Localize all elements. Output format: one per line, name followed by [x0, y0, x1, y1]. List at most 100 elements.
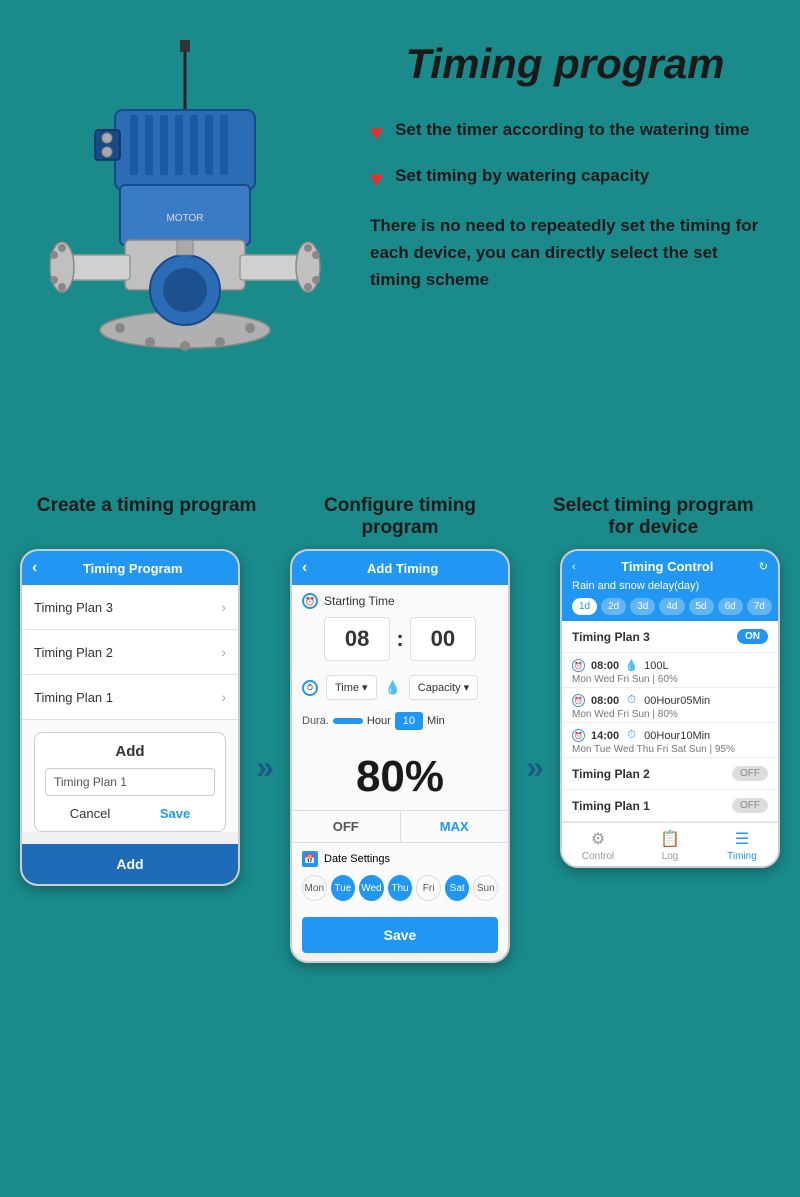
schedule-time-1: 08:00	[591, 660, 619, 672]
day-pill-3d[interactable]: 3d	[630, 598, 655, 615]
phone-2-container: ‹ Add Timing ⏰ Starting Time 08 : 00	[290, 549, 510, 963]
plan3-label: Timing Plan 3	[34, 600, 113, 615]
timing-label: Timing	[727, 851, 757, 862]
schedule-drop-icon-2: ⏱	[625, 694, 638, 707]
back-arrow-1[interactable]: ‹	[32, 559, 37, 577]
phone-3-body: Timing Plan 3 ON ⏰ 08:00 💧 100L Mon Wed …	[562, 621, 778, 822]
footer-control[interactable]: ⚙ Control	[562, 829, 634, 862]
phone-2-body: ⏰ Starting Time 08 : 00 ⏱ Time ▾	[292, 585, 508, 953]
clock-icon: ⏰	[302, 593, 318, 609]
day-pill-2d[interactable]: 2d	[601, 598, 626, 615]
duration-row: Dura. Hour 10 Min	[292, 706, 508, 736]
bullet-item-1: ♥ Set the timer according to the waterin…	[370, 118, 760, 146]
phone-1-body: Timing Plan 3 › Timing Plan 2 › Timing P…	[22, 585, 238, 832]
time-colon: :	[396, 626, 403, 652]
schedule-clock-icon-3: ⏰	[572, 729, 585, 742]
footer-timing[interactable]: ☰ Timing	[706, 829, 778, 862]
hour-display[interactable]: 08	[324, 617, 390, 661]
add-dialog-input[interactable]: Timing Plan 1	[45, 768, 215, 796]
phone-3-header: ‹ Timing Control ↻ Rain and snow delay(d…	[562, 551, 778, 621]
day-mon[interactable]: Mon	[302, 875, 327, 901]
plan3-row: Timing Plan 3 ON	[562, 621, 778, 653]
plan2-toggle[interactable]: OFF	[732, 766, 768, 781]
minute-display[interactable]: 00	[410, 617, 476, 661]
dura-value[interactable]: 10	[395, 712, 423, 730]
dura-highlight	[333, 718, 363, 724]
max-button[interactable]: MAX	[401, 811, 509, 842]
schedule-time-3: 14:00	[591, 730, 619, 742]
product-image: MOTOR	[30, 30, 340, 450]
add-dialog-buttons: Cancel Save	[45, 806, 215, 821]
log-label: Log	[662, 851, 679, 862]
phone-1: ‹ Timing Program Timing Plan 3 › Timing …	[20, 549, 240, 886]
plan1-row-label: Timing Plan 1	[572, 799, 650, 813]
plan1-label: Timing Plan 1	[34, 690, 113, 705]
day-tue[interactable]: Tue	[331, 875, 356, 901]
schedule-time-row-2: ⏰ 08:00 ⏱ 00Hour05Min	[572, 694, 768, 707]
schedule-item-2: ⏰ 08:00 ⏱ 00Hour05Min Mon Wed Fri Sun | …	[562, 688, 778, 723]
control-label: Control	[582, 851, 614, 862]
schedule-time-row-1: ⏰ 08:00 💧 100L	[572, 659, 768, 672]
product-image-area: MOTOR	[30, 30, 350, 455]
day-fri[interactable]: Fri	[416, 875, 441, 901]
cancel-button[interactable]: Cancel	[70, 806, 110, 821]
schedule-cap-1: 100L	[644, 660, 668, 672]
plan2-row: Timing Plan 2 OFF	[562, 758, 778, 790]
calendar-icon: 📅	[302, 851, 318, 867]
list-item-plan2[interactable]: Timing Plan 2 ›	[22, 630, 238, 675]
dura-label: Dura.	[302, 715, 329, 727]
plan1-toggle[interactable]: OFF	[732, 798, 768, 813]
schedule-days-1: Mon Wed Fri Sun | 60%	[572, 674, 768, 685]
day-thu[interactable]: Thu	[388, 875, 413, 901]
off-button[interactable]: OFF	[292, 811, 401, 842]
timing-icon: ☰	[735, 829, 749, 849]
arrow-symbol-2: »	[526, 749, 544, 786]
day-pills-row: 1d 2d 3d 4d 5d 6d 7d	[572, 598, 768, 615]
day-wed[interactable]: Wed	[359, 875, 384, 901]
phone-2-header: ‹ Add Timing	[292, 551, 508, 585]
phone-3: ‹ Timing Control ↻ Rain and snow delay(d…	[560, 549, 780, 868]
days-row: Mon Tue Wed Thu Fri Sat Sun	[302, 875, 498, 901]
add-bottom-button[interactable]: Add	[22, 844, 238, 884]
chevron-right-icon-3: ›	[221, 689, 226, 705]
day-pill-7d[interactable]: 7d	[747, 598, 772, 615]
phone-2-title: Add Timing	[367, 561, 438, 576]
day-sat[interactable]: Sat	[445, 875, 470, 901]
plan3-toggle[interactable]: ON	[737, 629, 768, 644]
step-title-3: Select timing program for device	[538, 495, 768, 539]
plan2-row-label: Timing Plan 2	[572, 767, 650, 781]
schedule-drop-icon-1: 💧	[625, 659, 638, 672]
add-dialog-title: Add	[45, 743, 215, 760]
save-button-dialog[interactable]: Save	[160, 806, 190, 821]
day-pill-5d[interactable]: 5d	[689, 598, 714, 615]
right-info: Timing program ♥ Set the timer according…	[350, 30, 760, 294]
back-arrow-2[interactable]: ‹	[302, 559, 307, 577]
plan3-row-label: Timing Plan 3	[572, 630, 650, 644]
day-pill-6d[interactable]: 6d	[718, 598, 743, 615]
arrow-1: »	[250, 549, 280, 786]
hour-unit-label: Hour	[367, 715, 391, 727]
time-dropdown[interactable]: Time ▾	[326, 675, 377, 700]
date-settings-header: 📅 Date Settings	[302, 851, 498, 867]
schedule-item-1: ⏰ 08:00 💧 100L Mon Wed Fri Sun | 60%	[562, 653, 778, 688]
day-sun[interactable]: Sun	[473, 875, 498, 901]
list-item-plan1[interactable]: Timing Plan 1 ›	[22, 675, 238, 720]
step-title-1: Create a timing program	[32, 495, 262, 539]
schedule-drop-icon-3: ⏱	[625, 729, 638, 742]
list-item-plan3[interactable]: Timing Plan 3 ›	[22, 585, 238, 630]
refresh-icon[interactable]: ↻	[759, 560, 768, 573]
top-section: MOTOR	[0, 0, 800, 475]
schedule-item-3: ⏰ 14:00 ⏱ 00Hour10Min Mon Tue Wed Thu Fr…	[562, 723, 778, 758]
save-button-timing[interactable]: Save	[302, 917, 498, 953]
percent-display: 80%	[292, 736, 508, 810]
phones-row: ‹ Timing Program Timing Plan 3 › Timing …	[20, 549, 780, 963]
footer-log[interactable]: 📋 Log	[634, 829, 706, 862]
day-pill-1d[interactable]: 1d	[572, 598, 597, 615]
starting-time-row: ⏰ Starting Time	[292, 585, 508, 617]
time-display: 08 : 00	[292, 617, 508, 669]
off-max-row: OFF MAX	[292, 810, 508, 843]
capacity-label: Capacity	[418, 682, 461, 694]
capacity-dropdown[interactable]: Capacity ▾	[409, 675, 478, 700]
schedule-clock-icon-1: ⏰	[572, 659, 585, 672]
day-pill-4d[interactable]: 4d	[659, 598, 684, 615]
